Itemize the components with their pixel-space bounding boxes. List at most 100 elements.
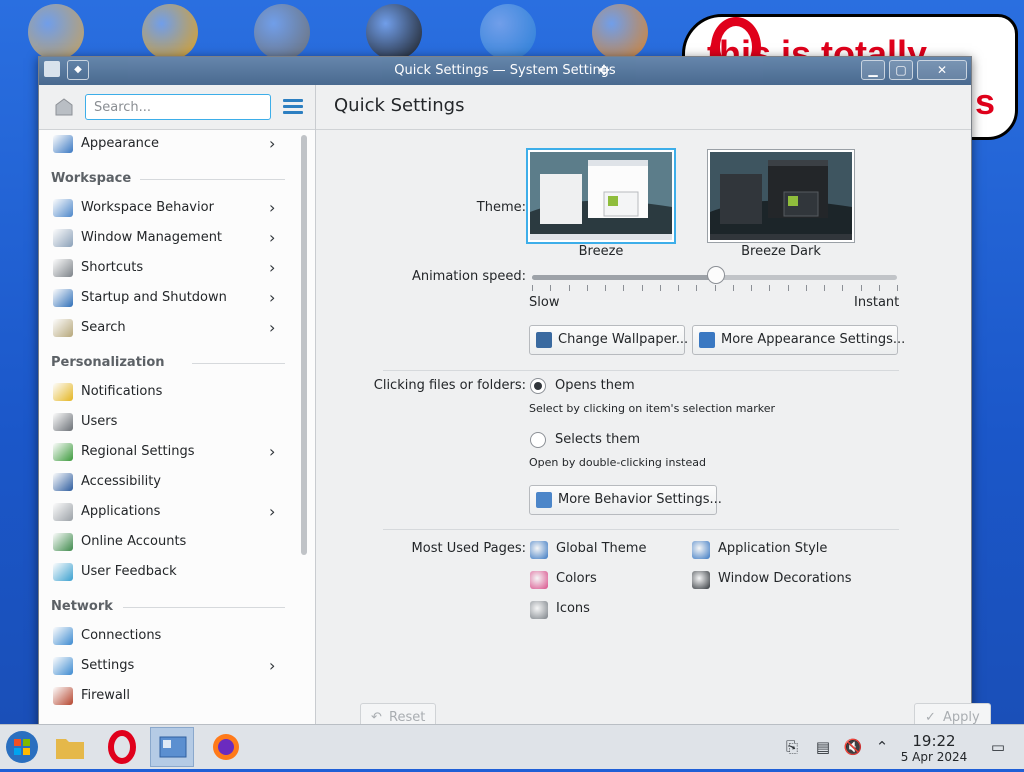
sidebar-item-users[interactable]: Users [39, 407, 301, 437]
desktop-icon[interactable] [362, 4, 426, 60]
chevron-right-icon: › [269, 656, 276, 675]
sidebar-item-label: Shortcuts [81, 260, 144, 275]
volume-muted-icon[interactable]: 🔇 [843, 737, 863, 757]
clock[interactable]: 19:22 5 Apr 2024 [898, 732, 970, 764]
desktop-icon[interactable] [138, 4, 202, 60]
sidebar-item-startup-and-shutdown[interactable]: Startup and Shutdown › [39, 283, 301, 313]
sidebar-item-regional-settings[interactable]: Regional Settings › [39, 437, 301, 467]
window-management-icon [53, 229, 73, 247]
opens-them-hint: Select by clicking on item's selection m… [529, 402, 775, 415]
close-button[interactable]: ✕ [917, 60, 967, 80]
system-settings-icon [159, 736, 187, 758]
sidebar-item-label: Regional Settings [81, 444, 195, 459]
sidebar: Appearance›WorkspaceWorkspace Behavior›W… [39, 85, 316, 737]
startup-icon [53, 289, 73, 307]
home-icon[interactable] [53, 97, 75, 117]
opens-them-label[interactable]: Opens them [555, 378, 635, 393]
theme-card-breeze-dark[interactable] [708, 150, 854, 242]
instant-label: Instant [854, 295, 900, 310]
chevron-right-icon: › [269, 442, 276, 461]
notes-tray-icon[interactable]: ▤ [813, 737, 833, 757]
sidebar-item-search[interactable]: Search › [39, 313, 301, 343]
sidebar-toolbar [39, 85, 315, 130]
maximize-button[interactable]: ▢ [889, 60, 913, 80]
clipboard-tray-icon[interactable]: ⎘ [782, 737, 802, 757]
section-label: Personalization [51, 355, 165, 370]
sidebar-item-label: Window Management [81, 230, 223, 245]
banner-text-2: s [974, 81, 995, 122]
sidebar-section-header: Workspace [39, 159, 301, 193]
taskbar-firefox[interactable] [204, 727, 248, 767]
accessibility-icon [53, 473, 73, 491]
sidebar-item-accessibility[interactable]: Accessibility [39, 467, 301, 497]
start-orb-icon [6, 731, 38, 763]
connections-icon [53, 627, 73, 645]
sidebar-item-notifications[interactable]: Notifications [39, 377, 301, 407]
sidebar-scrollbar[interactable] [301, 135, 307, 555]
clock-time: 19:22 [912, 732, 956, 750]
sidebar-list: Appearance › Workspace Workspace Behavior › W… [39, 129, 301, 711]
sidebar-item-label: Users [81, 414, 118, 429]
selects-them-label[interactable]: Selects them [555, 432, 640, 447]
chevron-right-icon: › [269, 228, 276, 247]
sidebar-item-shortcuts[interactable]: Shortcuts › [39, 253, 301, 283]
most-used-label: Window Decorations [718, 571, 852, 586]
animation-speed-handle[interactable] [706, 266, 725, 284]
theme-name-breeze-dark: Breeze Dark [741, 244, 821, 259]
more-behavior-settings-button[interactable]: More Behavior Settings... [529, 485, 722, 515]
sidebar-item-label: Startup and Shutdown [81, 290, 227, 305]
more-appearance-settings-button[interactable]: More Appearance Settings... [692, 325, 905, 355]
content-header: Quick Settings [316, 85, 971, 130]
window-title: Quick Settings — System Settings [394, 63, 616, 78]
sidebar-item-connections[interactable]: Connections [39, 621, 301, 651]
taskbar: ⎘ ▤ 🔇 ⌃ 19:22 5 Apr 2024 ▭ [0, 724, 1024, 769]
sidebar-item-applications[interactable]: Applications › [39, 497, 301, 527]
change-wallpaper-label: Change Wallpaper... [558, 332, 689, 347]
sidebar-item-label: Applications [81, 504, 161, 519]
desktop-icon[interactable] [588, 4, 652, 60]
firefox-icon [213, 734, 239, 760]
taskbar-file-manager[interactable] [48, 727, 92, 767]
breeze-dark-preview-icon [710, 152, 852, 240]
show-desktop-icon[interactable]: ▭ [988, 737, 1008, 757]
sidebar-item-workspace-behavior[interactable]: Workspace Behavior › [39, 193, 301, 223]
sidebar-item-settings[interactable]: Settings › [39, 651, 301, 681]
hamburger-menu-icon[interactable] [283, 99, 303, 115]
main-content: Quick Settings Theme: Breeze Breeze Dark… [316, 85, 991, 737]
sidebar-item-user-feedback[interactable]: User Feedback [39, 557, 301, 587]
search-icon [53, 319, 73, 337]
change-wallpaper-button[interactable]: Change Wallpaper... [529, 325, 689, 355]
page-title: Quick Settings [334, 95, 465, 116]
desktop-icon[interactable] [24, 4, 88, 60]
chevron-right-icon: › [269, 198, 276, 217]
sidebar-item-label: Firewall [81, 688, 131, 703]
chevron-right-icon: › [269, 134, 276, 153]
globe-star-icon [480, 4, 536, 60]
selects-them-radio[interactable] [530, 432, 546, 448]
apply-label: Apply [943, 710, 980, 725]
sidebar-item-label: Connections [81, 628, 162, 643]
desktop-icon[interactable] [250, 4, 314, 60]
start-button[interactable] [0, 727, 44, 767]
settings-gear-icon [142, 4, 198, 60]
theme-card-breeze[interactable] [528, 150, 674, 242]
taskbar-opera[interactable] [100, 727, 144, 767]
most-used-label: Icons [556, 601, 590, 616]
appearance-settings-icon [699, 332, 715, 348]
taskbar-system-settings[interactable] [150, 727, 194, 767]
colors-icon [530, 571, 548, 589]
search-input[interactable] [85, 94, 271, 120]
move-icon[interactable]: ✥ [595, 62, 613, 80]
show-hidden-icons-chevron-up-icon[interactable]: ⌃ [872, 737, 892, 757]
window-titlebar[interactable]: ◆ Quick Settings — System Settings ✥ ▁ ▢… [39, 57, 971, 85]
appearance-icon [53, 135, 73, 153]
bell-icon [53, 383, 73, 401]
chevron-right-icon: › [269, 288, 276, 307]
minimize-button[interactable]: ▁ [861, 60, 885, 80]
desktop-icon[interactable] [476, 4, 540, 60]
sidebar-item-online-accounts[interactable]: Online Accounts [39, 527, 301, 557]
sidebar-item-appearance[interactable]: Appearance › [39, 129, 301, 159]
opens-them-radio[interactable] [530, 378, 546, 394]
sidebar-item-window-management[interactable]: Window Management › [39, 223, 301, 253]
sidebar-item-firewall[interactable]: Firewall [39, 681, 301, 711]
